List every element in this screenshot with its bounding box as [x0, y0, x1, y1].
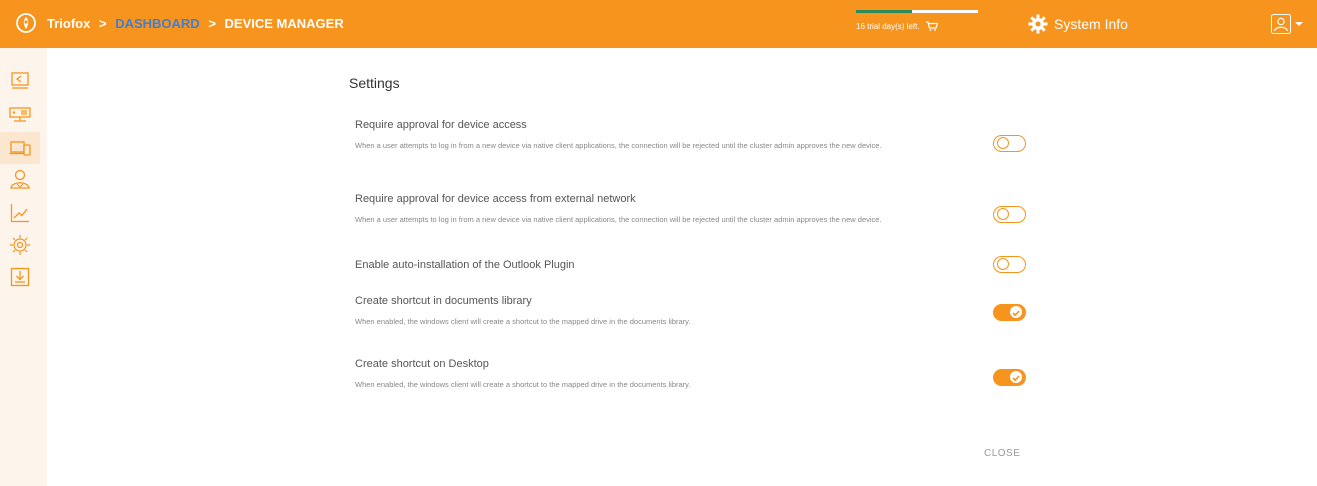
triofox-logo-icon[interactable] [15, 12, 37, 34]
trial-status[interactable]: 16 trial day(s) left. [856, 10, 978, 34]
users-icon [10, 169, 30, 189]
brand-name[interactable]: Triofox [47, 16, 90, 31]
sidebar-item-dashboard[interactable] [7, 68, 33, 94]
toggle-desktop-shortcut[interactable] [993, 369, 1026, 386]
trial-progress-fill [856, 10, 913, 13]
breadcrumb-separator: > [208, 16, 216, 31]
trial-progress-bar [856, 10, 978, 13]
user-menu-button[interactable] [1271, 13, 1307, 35]
breadcrumb-separator: > [98, 16, 107, 31]
user-icon [1271, 14, 1291, 34]
sidebar [0, 48, 47, 486]
sidebar-item-devices[interactable] [0, 132, 40, 164]
setting-row-external-network-approval: Require approval for device access from … [355, 193, 1035, 224]
toggle-off-icon [997, 208, 1009, 220]
devices-icon [9, 141, 31, 156]
system-info-label: System Info [1054, 16, 1128, 32]
setting-row-outlook-plugin: Enable auto-installation of the Outlook … [355, 259, 1035, 271]
checkmark-icon [1010, 371, 1022, 383]
close-button[interactable]: CLOSE [984, 448, 1020, 459]
download-icon [10, 267, 30, 287]
setting-label: Create shortcut on Desktop [355, 358, 489, 370]
toggle-off-icon [997, 137, 1009, 149]
setting-label: Enable auto-installation of the Outlook … [355, 259, 575, 271]
toggle-outlook-plugin[interactable] [993, 256, 1026, 273]
cart-icon[interactable] [925, 21, 938, 31]
trial-days-label: 16 trial day(s) left. [856, 22, 920, 31]
setting-description: When a user attempts to log in from a ne… [355, 141, 882, 150]
breadcrumb-dashboard-link[interactable]: DASHBOARD [115, 16, 200, 31]
settings-title: Settings [349, 75, 400, 91]
chevron-down-icon [1295, 22, 1303, 26]
setting-label: Require approval for device access [355, 119, 527, 131]
sidebar-item-settings[interactable] [7, 232, 33, 258]
checkmark-icon [1010, 306, 1022, 318]
setting-label: Require approval for device access from … [355, 193, 636, 205]
breadcrumb: Triofox > DASHBOARD > DEVICE MANAGER [47, 16, 344, 31]
setting-label: Create shortcut in documents library [355, 295, 532, 307]
gear-icon [1028, 14, 1048, 34]
sidebar-item-users[interactable] [7, 166, 33, 192]
sidebar-item-download[interactable] [7, 264, 33, 290]
top-bar: Triofox > DASHBOARD > DEVICE MANAGER 16 … [0, 0, 1317, 48]
toggle-external-network-approval[interactable] [993, 206, 1026, 223]
setting-row-device-approval: Require approval for device access When … [355, 119, 1035, 150]
setting-description: When enabled, the windows client will cr… [355, 317, 691, 326]
setting-row-desktop-shortcut: Create shortcut on Desktop When enabled,… [355, 358, 1035, 389]
settings-icon [10, 235, 30, 255]
setting-row-documents-shortcut: Create shortcut in documents library Whe… [355, 295, 1035, 326]
toggle-off-icon [997, 258, 1009, 270]
dashboard-icon [11, 72, 29, 89]
toggle-device-approval[interactable] [993, 135, 1026, 152]
setting-description: When a user attempts to log in from a ne… [355, 215, 882, 224]
reports-icon [10, 204, 29, 223]
setting-description: When enabled, the windows client will cr… [355, 380, 691, 389]
sidebar-item-reports[interactable] [7, 200, 33, 226]
toggle-documents-shortcut[interactable] [993, 304, 1026, 321]
system-info-button[interactable]: System Info [1028, 13, 1128, 35]
sidebar-item-cluster[interactable] [7, 101, 33, 127]
cluster-icon [9, 107, 31, 122]
breadcrumb-current: DEVICE MANAGER [224, 16, 344, 31]
trial-days-text[interactable]: 16 trial day(s) left. [856, 21, 938, 31]
